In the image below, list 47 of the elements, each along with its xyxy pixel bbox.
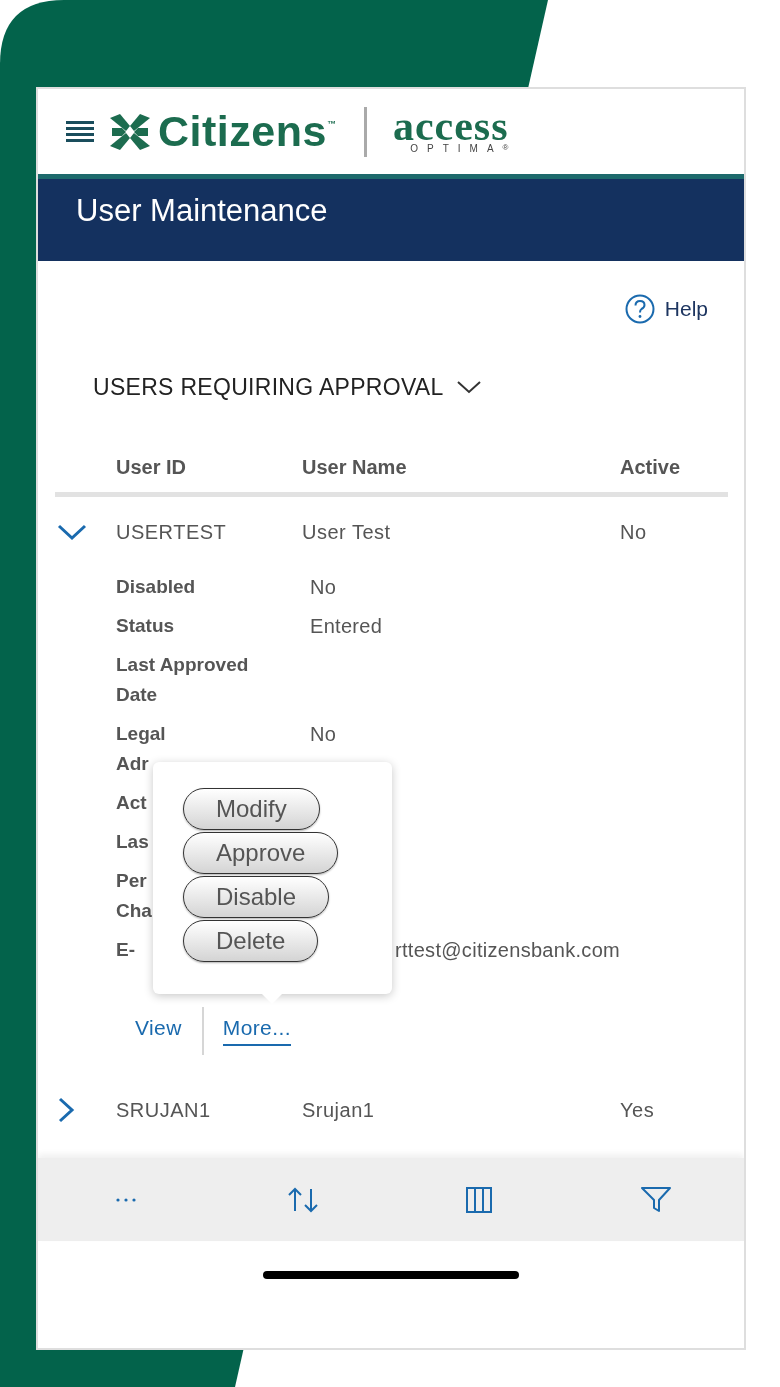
table-cell-text: User Test: [302, 520, 392, 544]
action-link[interactable]: View: [135, 1016, 182, 1046]
detail-label: Status: [116, 613, 175, 638]
column-header: User ID: [116, 455, 188, 479]
product-name: access: [392, 108, 509, 143]
column-header: User Name: [302, 455, 408, 479]
detail-label: Legal Adr: [116, 721, 166, 776]
detail-label: Per Cha: [116, 868, 152, 923]
page-title: User Maintenance: [76, 193, 328, 228]
detail-label: Las: [116, 829, 149, 854]
detail-label: Last Approved Date: [116, 652, 249, 707]
filter-icon[interactable]: [640, 1186, 671, 1213]
sort-icon[interactable]: [286, 1185, 319, 1214]
menu-button[interactable]: Delete: [183, 920, 319, 962]
detail-label: E-: [116, 937, 135, 962]
table-cell-text: No: [620, 520, 648, 544]
action-divider: [201, 1007, 204, 1055]
menu-button[interactable]: Modify: [183, 788, 320, 830]
table-cell-text: USERTEST: [116, 520, 228, 544]
more-icon[interactable]: [115, 1196, 138, 1203]
logo-icon: [110, 113, 150, 150]
action-link[interactable]: More...: [222, 1016, 291, 1046]
chevron-right-icon[interactable]: [57, 1097, 75, 1123]
menu-button[interactable]: Disable: [183, 876, 330, 918]
detail-label: Act: [116, 790, 147, 815]
table-cell-text: SRUJAN1: [116, 1098, 212, 1122]
columns-icon[interactable]: [466, 1186, 493, 1213]
detail-label: Disabled: [116, 574, 196, 599]
help-link[interactable]: Help: [624, 294, 708, 324]
chevron-down-icon[interactable]: [455, 378, 482, 396]
trademark-mark: ™: [326, 119, 336, 129]
table-cell-text: Srujan1: [302, 1098, 376, 1122]
section-title[interactable]: USERS REQUIRING APPROVAL: [93, 373, 444, 401]
detail-value: Entered: [310, 613, 384, 639]
detail-value: rttest@citizensbank.com: [394, 937, 622, 963]
help-icon: [624, 294, 655, 324]
chevron-down-icon[interactable]: [57, 523, 87, 541]
menu-button[interactable]: Approve: [183, 832, 339, 874]
detail-value: No: [310, 721, 338, 747]
detail-value: No: [310, 574, 338, 600]
brand-name: Citizens: [158, 107, 327, 156]
column-header: Active: [620, 455, 682, 479]
registered-mark: ®: [502, 142, 509, 152]
menu-icon[interactable]: [66, 119, 94, 144]
logo-divider: [363, 106, 367, 157]
table-cell-text: Yes: [620, 1098, 656, 1122]
product-subtitle: OPTIMA: [410, 142, 503, 155]
